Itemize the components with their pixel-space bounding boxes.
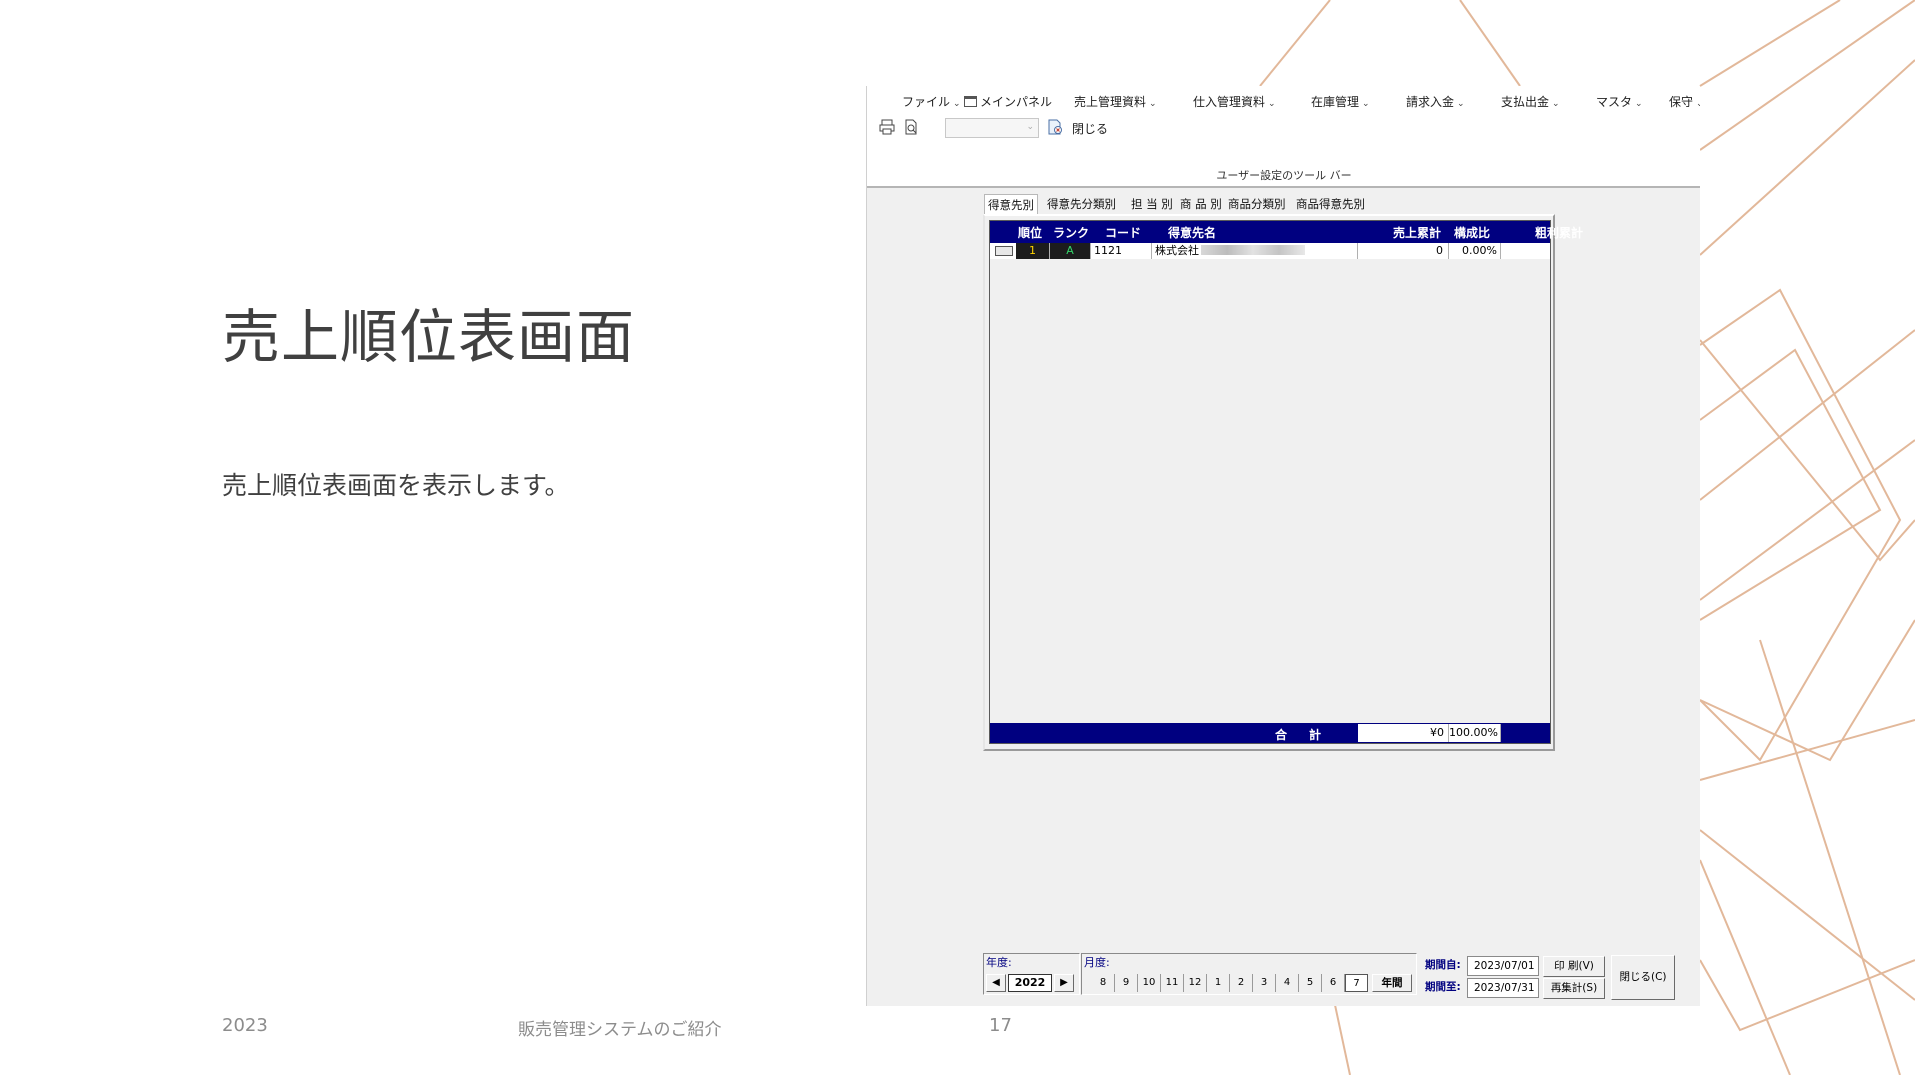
menu-payment[interactable]: 支払出金 ⌄	[1501, 93, 1560, 110]
year-value[interactable]: 2022	[1008, 974, 1052, 992]
year-label: 年度:	[986, 956, 1012, 969]
toolbar-close-button[interactable]: 閉じる	[1072, 120, 1108, 137]
row-selector[interactable]	[995, 246, 1013, 256]
chevron-down-icon: ⌄	[1026, 122, 1034, 132]
month-group: 月度: 8 9 10 11 12 1 2 3 4 5 6 7 年間	[1081, 953, 1417, 995]
tab-product-category[interactable]: 商品分類別	[1225, 194, 1289, 214]
month-10[interactable]: 10	[1138, 974, 1161, 992]
header-code: コード	[1105, 226, 1142, 240]
month-8[interactable]: 8	[1092, 974, 1115, 992]
period-from-field[interactable]: 2023/07/01	[1467, 956, 1539, 976]
annual-button[interactable]: 年間	[1372, 974, 1412, 992]
header-customer-name: 得意先名	[1168, 226, 1217, 240]
month-9[interactable]: 9	[1115, 974, 1138, 992]
chevron-down-icon: ⌄	[1362, 99, 1370, 109]
header-sales-ratio: 構成比	[1454, 226, 1491, 240]
recalculate-button[interactable]: 再集計(S)	[1543, 978, 1605, 999]
month-selector: 8 9 10 11 12 1 2 3 4 5 6 7 年間	[1092, 974, 1418, 992]
year-prev-button[interactable]: ◀	[986, 974, 1006, 992]
header-gross-total: 粗利累計	[1535, 226, 1584, 240]
ranking-panel: 順位 ランク コード 得意先名 売上累計 構成比 粗利累計 1 A 1121 株…	[983, 214, 1583, 751]
month-12[interactable]: 12	[1184, 974, 1207, 992]
redacted-text	[1201, 245, 1305, 255]
panel-icon	[964, 96, 977, 107]
page-number: 17	[989, 1015, 1012, 1036]
slide-title: 売上順位表画面	[222, 303, 636, 371]
menu-sales-docs[interactable]: 売上管理資料 ⌄	[1074, 93, 1157, 110]
period-to-label: 期間至:	[1425, 981, 1461, 993]
month-2[interactable]: 2	[1230, 974, 1253, 992]
print-icon[interactable]	[879, 119, 895, 135]
period-to-field[interactable]: 2023/07/31	[1467, 978, 1539, 998]
cell-rank: 1	[1016, 243, 1050, 259]
menu-bar: ファイル ⌄ メインパネル 売上管理資料 ⌄ 仕入管理資料 ⌄ 在庫管理 ⌄ 請求入金 ⌄…	[867, 93, 1700, 111]
ribbon: ファイル ⌄ メインパネル 売上管理資料 ⌄ 仕入管理資料 ⌄ 在庫管理 ⌄ 請求入金 ⌄…	[867, 86, 1700, 188]
tab-staff[interactable]: 担 当 別	[1128, 194, 1176, 214]
month-1[interactable]: 1	[1207, 974, 1230, 992]
header-grade: ランク	[1053, 226, 1090, 240]
total-sales: ¥0	[1358, 724, 1449, 742]
header-sales-total: 売上累計	[1393, 226, 1442, 240]
period-from-label: 期間自:	[1425, 959, 1461, 971]
chevron-down-icon: ⌄	[1457, 99, 1465, 109]
month-5[interactable]: 5	[1299, 974, 1322, 992]
tab-customer-category[interactable]: 得意先分類別	[1044, 194, 1119, 214]
month-3[interactable]: 3	[1253, 974, 1276, 992]
total-sales-ratio: 100.00%	[1449, 724, 1501, 742]
cell-code: 1121	[1091, 243, 1152, 259]
close-window-button[interactable]: 閉じる(C)	[1611, 955, 1675, 1000]
cell-customer-name: 株式会社	[1152, 243, 1358, 259]
toolbar-caption: ユーザー設定のツール バー	[1216, 169, 1352, 182]
total-label: 合計	[1275, 728, 1344, 742]
grid-header: 順位 ランク コード 得意先名 売上累計 構成比 粗利累計	[990, 221, 1583, 243]
grid-total-row: 合計 ¥0 100.00%	[990, 723, 1550, 743]
chevron-down-icon: ⌄	[1268, 99, 1276, 109]
header-rank: 順位	[1018, 226, 1043, 240]
menu-master[interactable]: マスタ ⌄	[1596, 93, 1643, 110]
tab-product[interactable]: 商 品 別	[1177, 194, 1225, 214]
menu-billing[interactable]: 請求入金 ⌄	[1406, 93, 1465, 110]
chevron-down-icon: ⌄	[1149, 99, 1157, 109]
month-7[interactable]: 7	[1345, 974, 1368, 992]
chevron-down-icon: ⌄	[953, 99, 961, 109]
chevron-down-icon: ⌄	[1552, 99, 1560, 109]
chevron-down-icon: ⌄	[1635, 99, 1643, 109]
menu-maintenance[interactable]: 保守⌄	[1669, 93, 1700, 110]
month-4[interactable]: 4	[1276, 974, 1299, 992]
menu-purchase-docs[interactable]: 仕入管理資料 ⌄	[1193, 93, 1276, 110]
chevron-down-icon: ⌄	[1696, 99, 1700, 109]
month-6[interactable]: 6	[1322, 974, 1345, 992]
toolbar-combo[interactable]: ⌄	[945, 118, 1039, 138]
year-next-button[interactable]: ▶	[1054, 974, 1074, 992]
slide-body-text: 売上順位表画面を表示します。	[222, 471, 570, 500]
cell-sales-ratio: 0.00%	[1449, 243, 1501, 259]
month-label: 月度:	[1084, 956, 1110, 969]
print-preview-icon[interactable]	[903, 119, 919, 135]
print-button[interactable]: 印 刷(V)	[1543, 956, 1605, 977]
cell-sales-total: 0	[1358, 243, 1449, 259]
tab-product-customer[interactable]: 商品得意先別	[1293, 194, 1368, 214]
tab-customer[interactable]: 得意先別	[984, 194, 1038, 215]
table-row[interactable]: 1 A 1121 株式会社 0 0.00%	[990, 243, 1550, 259]
footer-title: 販売管理システムのご紹介	[518, 1020, 722, 1040]
ranking-grid: 順位 ランク コード 得意先名 売上累計 構成比 粗利累計 1 A 1121 株…	[989, 220, 1583, 744]
app-window: ファイル ⌄ メインパネル 売上管理資料 ⌄ 仕入管理資料 ⌄ 在庫管理 ⌄ 請求入金 ⌄…	[866, 86, 1700, 1006]
footer-year: 2023	[222, 1015, 268, 1036]
quick-toolbar: ⌄ 閉じる	[879, 117, 1279, 139]
menu-main-panel[interactable]: メインパネル	[964, 93, 1052, 110]
close-doc-icon[interactable]	[1047, 119, 1063, 135]
cell-grade: A	[1050, 243, 1091, 259]
year-group: 年度: ◀ 2022 ▶	[983, 953, 1080, 995]
month-11[interactable]: 11	[1161, 974, 1184, 992]
menu-inventory[interactable]: 在庫管理 ⌄	[1311, 93, 1370, 110]
menu-file[interactable]: ファイル ⌄	[902, 93, 961, 110]
